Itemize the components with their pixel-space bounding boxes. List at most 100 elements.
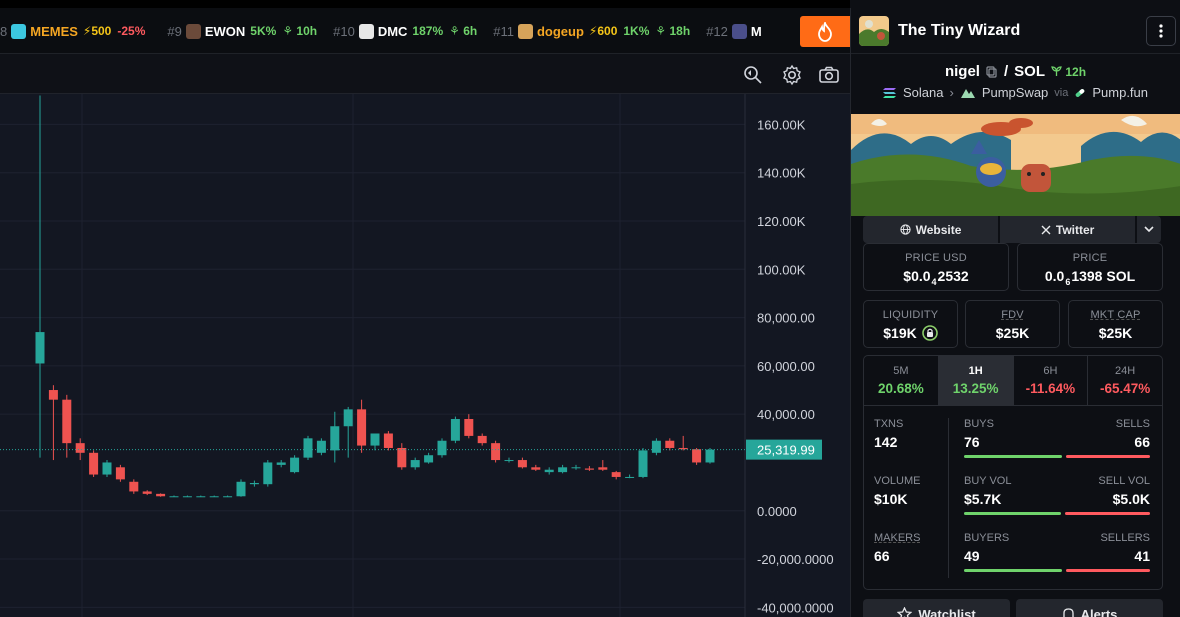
twitter-link-button[interactable]: Twitter: [1000, 216, 1136, 243]
pair-age-value: 12h: [1065, 64, 1087, 79]
txns-stat: TXNS 142: [874, 418, 903, 450]
candle-body: [276, 462, 286, 465]
y-axis-tick-label: 0.0000: [757, 504, 797, 519]
buyers-ratio-bar: [964, 569, 1150, 572]
candle-body: [598, 467, 608, 470]
pumpswap-icon: [960, 88, 975, 98]
volume-value: $10K: [874, 491, 908, 507]
ticker-age: ⚘ 18h: [655, 24, 691, 38]
top-border: [0, 0, 850, 8]
copy-icon[interactable]: [986, 65, 998, 78]
token-info-panel: The Tiny Wizard nigel / SOL 12h Solana ›: [850, 8, 1180, 617]
dex-name[interactable]: PumpSwap: [982, 85, 1048, 100]
pair-age: 12h: [1051, 65, 1086, 79]
launchpad-name[interactable]: Pump.fun: [1092, 85, 1148, 100]
token-logo-icon: [731, 23, 747, 39]
candlestick-chart[interactable]: 160.00K 140.00K 120.00K 100.00K 80,000.00 60,…: [0, 94, 850, 617]
candle-body: [156, 493, 166, 497]
ticker-rank: #11: [493, 23, 514, 39]
ticker-rank: #12: [706, 23, 728, 39]
y-axis-tick-label: 120.00K: [757, 214, 806, 229]
pair-separator: /: [1003, 63, 1009, 80]
candle-body: [303, 438, 313, 458]
ticker-item[interactable]: #11 dogeup ⚡600 1K% ⚘ 18h: [493, 23, 691, 39]
fdv-value: $25K: [995, 325, 1030, 341]
candle-body: [142, 491, 152, 494]
candle-body: [263, 462, 273, 485]
twitter-label: Twitter: [1055, 222, 1095, 237]
ticker-symbol: DMC: [377, 23, 408, 39]
ticker-item[interactable]: #12 M: [706, 23, 767, 39]
y-axis-tick-label: -40,000.0000: [757, 600, 834, 615]
price-usd-value: $0.042532: [903, 268, 969, 287]
settings-gear-icon[interactable]: [781, 64, 803, 86]
token-name: The Tiny Wizard: [898, 21, 1021, 39]
buyers-value: 49: [964, 548, 980, 564]
candle-body: [611, 472, 621, 477]
website-link-button[interactable]: Website: [863, 216, 999, 243]
camera-screenshot-icon[interactable]: [818, 64, 840, 86]
sprout-icon: ⚘: [449, 24, 460, 38]
timeframe-label: 24H: [1115, 365, 1136, 377]
route-line: Solana › PumpSwap via Pump.fun: [851, 85, 1180, 100]
watchlist-button[interactable]: Watchlist: [863, 599, 1010, 617]
candle-body: [75, 443, 85, 453]
candle-body: [48, 390, 58, 400]
candle-body: [477, 435, 487, 444]
timeframe-tab-5m[interactable]: 5M 20.68%: [864, 356, 939, 405]
candle-body: [464, 419, 474, 436]
globe-icon: [900, 224, 911, 235]
ticker-symbol: dogeup: [536, 23, 584, 39]
more-menu-button[interactable]: [1146, 16, 1176, 46]
timeframe-label: 5M: [893, 365, 909, 377]
makers-label: MAKERS: [874, 532, 921, 544]
via-label: via: [1054, 86, 1069, 99]
magnifier-zoom-icon[interactable]: [742, 64, 764, 86]
sprout-icon: ⚘: [282, 24, 294, 38]
more-links-button[interactable]: [1137, 216, 1161, 243]
timeframe-tab-6h[interactable]: 6H -11.64%: [1014, 356, 1089, 405]
timeframe-tab-1h[interactable]: 1H 13.25%: [938, 356, 1014, 405]
timeframe-tab-24h[interactable]: 24H -65.47%: [1088, 356, 1162, 405]
y-axis-tick-label: -20,000.0000: [757, 552, 834, 567]
buyvol-label: BUY VOL: [964, 475, 1012, 487]
fire-icon: [818, 21, 832, 42]
star-icon: [897, 607, 913, 617]
mcap-value: $25K: [1098, 325, 1133, 341]
candle-body: [424, 455, 434, 463]
ticker-item[interactable]: #10 DMC 187% ⚘ 6h: [333, 23, 477, 39]
ticker-change: -25%: [117, 24, 146, 38]
ticker-item[interactable]: #9 EWON 5K% ⚘ 10h: [167, 23, 317, 39]
candle-body: [249, 482, 259, 485]
buys-value: 76: [964, 434, 980, 450]
candle-body: [35, 332, 45, 364]
candle-body: [223, 496, 233, 498]
candle-body: [638, 450, 648, 477]
liquidity-box: LIQUIDITY $19K: [863, 300, 958, 348]
ticker-item[interactable]: 8 MEMES ⚡500 -25%: [0, 23, 151, 39]
sellvol-value: $5.0K: [1112, 491, 1150, 507]
liquidity-value: $19K: [864, 325, 957, 341]
price-chart[interactable]: 160.00K 140.00K 120.00K 100.00K 80,000.00 60,…: [0, 94, 850, 617]
candle-body: [410, 460, 420, 468]
ticker-boost: ⚡500: [82, 24, 112, 38]
ticker-symbol: M: [750, 23, 762, 39]
panel-header: The Tiny Wizard: [851, 8, 1180, 54]
makers-stat: MAKERS 66: [874, 532, 920, 564]
candle-body: [383, 433, 393, 448]
trending-fire-button[interactable]: [800, 16, 850, 47]
price-native-box: PRICE 0.061398 SOL: [1017, 243, 1163, 291]
chain-name[interactable]: Solana: [903, 85, 943, 100]
ticker-symbol: EWON: [204, 23, 246, 39]
chevron-right-icon: ›: [949, 85, 954, 100]
token-logo-icon: [11, 23, 27, 39]
candle-body: [437, 440, 447, 456]
alerts-button[interactable]: Alerts: [1016, 599, 1163, 617]
candle-body: [129, 481, 139, 492]
pair-line: nigel / SOL 12h: [851, 63, 1180, 80]
buyvol-sellvol-row: BUY VOL SELL VOL $5.7K $5.0K: [964, 475, 1150, 515]
candle-body: [531, 467, 541, 470]
buys-sells-row: BUYS SELLS 76 66: [964, 418, 1150, 458]
alerts-label: Alerts: [1080, 606, 1118, 617]
timeframe-change: -65.47%: [1099, 381, 1151, 396]
